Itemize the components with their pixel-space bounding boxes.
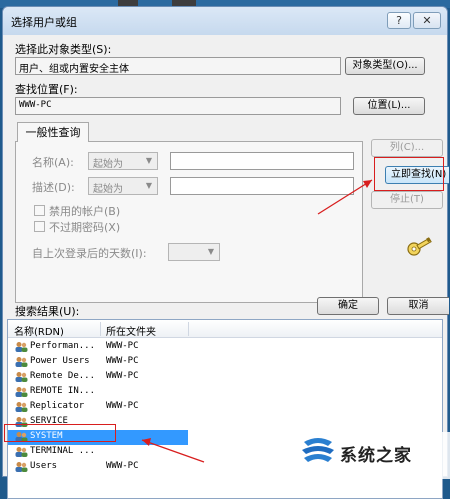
watermark-logo-icon (302, 438, 334, 462)
arrow-to-find-now (317, 179, 373, 215)
arrowhead (142, 438, 151, 446)
annotation-arrows (141, 179, 373, 463)
arrow-to-system (141, 439, 205, 463)
arrowhead (363, 180, 372, 188)
watermark-text: 系统之家 (340, 446, 412, 466)
